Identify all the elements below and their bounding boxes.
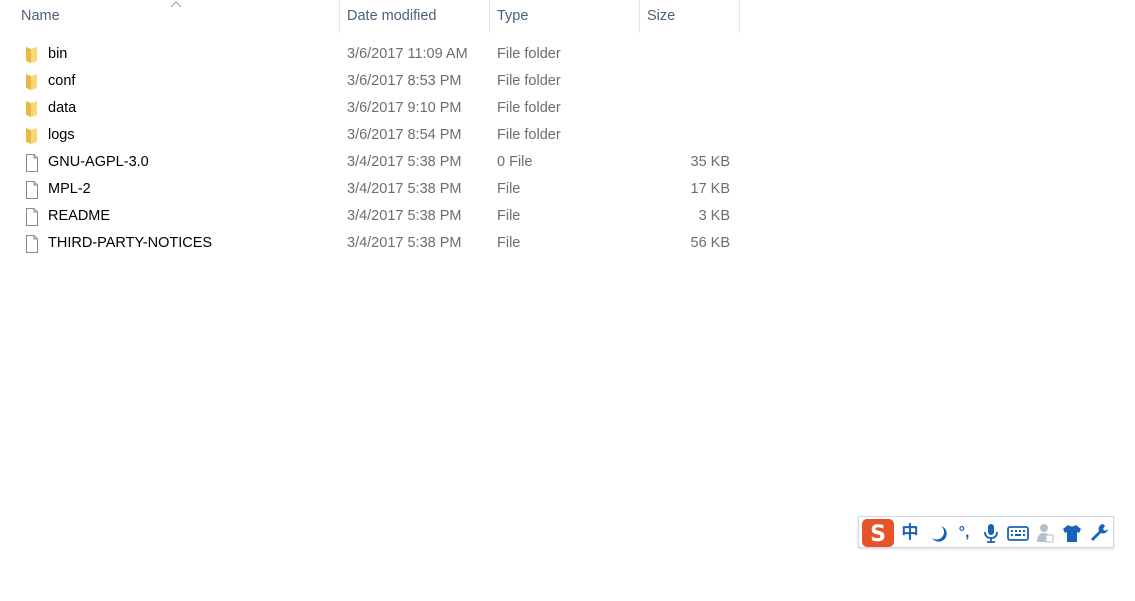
microphone-icon[interactable] (980, 522, 1002, 544)
file-row[interactable]: bin 3/6/2017 11:09 AM File folder (0, 41, 740, 68)
file-row[interactable]: logs 3/6/2017 8:54 PM File folder (0, 122, 740, 149)
file-row[interactable]: GNU-AGPL-3.0 3/4/2017 5:38 PM 0 File 35 KB (0, 149, 740, 176)
file-row[interactable]: data 3/6/2017 9:10 PM File folder (0, 95, 740, 122)
sogou-logo-letter: S (870, 522, 886, 547)
file-size: 17 KB (690, 181, 731, 197)
file-size: 56 KB (690, 235, 731, 251)
file-date-modified: 3/6/2017 8:53 PM (347, 73, 462, 89)
file-type: File folder (497, 127, 561, 143)
column-header-date-modified[interactable]: Date modified (339, 0, 490, 33)
file-type: File (497, 181, 521, 197)
file-type: File (497, 208, 521, 224)
user-icon[interactable] (1034, 522, 1056, 544)
file-name[interactable]: GNU-AGPL-3.0 (48, 149, 149, 176)
file-icon (24, 154, 40, 172)
file-explorer-view: Name Date modified Type Size bin 3/6/2017… (0, 0, 1135, 601)
ime-toolbar: S 中 °, (858, 516, 1114, 548)
file-icon (24, 235, 40, 253)
column-header-type[interactable]: Type (489, 0, 640, 33)
folder-icon (24, 100, 40, 118)
file-size: 35 KB (690, 154, 731, 170)
file-name[interactable]: conf (48, 68, 75, 95)
keyboard-icon[interactable] (1007, 522, 1029, 544)
punctuation-icon[interactable]: °, (953, 522, 975, 544)
file-type: File folder (497, 73, 561, 89)
file-name[interactable]: bin (48, 41, 67, 68)
moon-icon[interactable] (927, 522, 949, 544)
column-header-size[interactable]: Size (639, 0, 740, 33)
file-date-modified: 3/6/2017 9:10 PM (347, 100, 462, 116)
file-type: File (497, 235, 521, 251)
folder-icon (24, 127, 40, 145)
file-date-modified: 3/6/2017 8:54 PM (347, 127, 462, 143)
file-list: bin 3/6/2017 11:09 AM File folder conf 3/6/2… (0, 41, 740, 257)
file-row[interactable]: README 3/4/2017 5:38 PM File 3 KB (0, 203, 740, 230)
file-icon (24, 208, 40, 226)
file-size: 3 KB (698, 208, 730, 224)
file-date-modified: 3/4/2017 5:38 PM (347, 154, 462, 170)
file-row[interactable]: conf 3/6/2017 8:53 PM File folder (0, 68, 740, 95)
shirt-icon[interactable] (1061, 522, 1083, 544)
column-header: Name Date modified Type Size (0, 0, 740, 33)
file-name[interactable]: MPL-2 (48, 176, 91, 203)
file-type: 0 File (497, 154, 533, 170)
file-name[interactable]: THIRD-PARTY-NOTICES (48, 230, 212, 257)
file-name[interactable]: README (48, 203, 110, 230)
sogou-logo-icon[interactable]: S (861, 518, 895, 548)
file-date-modified: 3/4/2017 5:38 PM (347, 235, 462, 251)
file-date-modified: 3/6/2017 11:09 AM (347, 46, 468, 62)
file-date-modified: 3/4/2017 5:38 PM (347, 181, 462, 197)
file-icon (24, 181, 40, 199)
chinese-mode-icon[interactable]: 中 (899, 522, 921, 544)
file-row[interactable]: MPL-2 3/4/2017 5:38 PM File 17 KB (0, 176, 740, 203)
folder-icon (24, 73, 40, 91)
file-name[interactable]: logs (48, 122, 75, 149)
file-row[interactable]: THIRD-PARTY-NOTICES 3/4/2017 5:38 PM File 5… (0, 230, 740, 257)
file-type: File folder (497, 100, 561, 116)
file-date-modified: 3/4/2017 5:38 PM (347, 208, 462, 224)
file-name[interactable]: data (48, 95, 76, 122)
column-header-name[interactable]: Name (13, 0, 340, 33)
file-type: File folder (497, 46, 561, 62)
folder-icon (24, 46, 40, 64)
wrench-icon[interactable] (1088, 522, 1110, 544)
